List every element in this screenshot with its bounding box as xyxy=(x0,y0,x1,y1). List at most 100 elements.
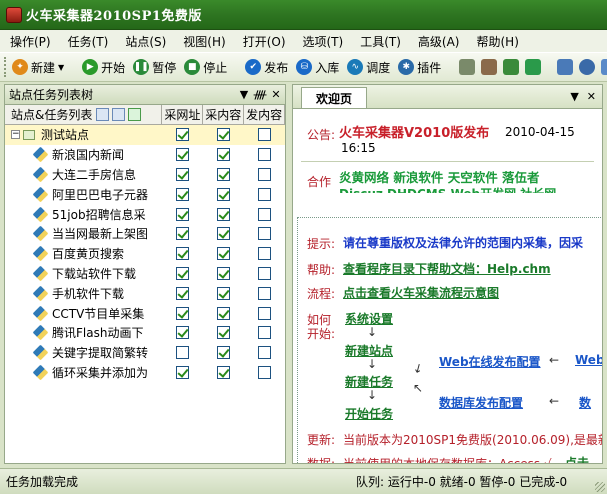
tree-task-row[interactable]: 新浪国内新闻 xyxy=(5,145,285,165)
collect-content-checkbox[interactable] xyxy=(217,227,231,241)
db-publish-config-link[interactable]: 数据库发布配置 xyxy=(439,394,523,411)
collect-url-checkbox[interactable] xyxy=(176,266,190,280)
collect-url-checkbox[interactable] xyxy=(176,187,190,201)
collect-content-checkbox[interactable] xyxy=(217,286,231,300)
tree-task-row[interactable]: 循环采集并添加为 xyxy=(5,363,285,383)
publish-content-checkbox[interactable] xyxy=(258,365,272,379)
announce-title[interactable]: 火车采集器V2010版发布 xyxy=(339,122,489,141)
collect-url-checkbox[interactable] xyxy=(176,167,190,181)
collect-content-checkbox[interactable] xyxy=(217,365,231,379)
db-link-cut[interactable]: 数 xyxy=(579,394,591,411)
network-icon[interactable] xyxy=(503,59,520,75)
edit-icon[interactable] xyxy=(96,108,110,121)
publish-content-checkbox[interactable] xyxy=(258,326,272,340)
collect-url-checkbox[interactable] xyxy=(176,148,190,162)
refresh-icon[interactable] xyxy=(128,108,142,121)
menu-site[interactable]: 站点(S) xyxy=(125,33,166,50)
collect-content-checkbox[interactable] xyxy=(217,326,231,340)
column-collect-url[interactable]: 采网址 xyxy=(162,105,204,124)
publish-content-checkbox[interactable] xyxy=(258,286,272,300)
pause-button[interactable]: ❚❚ 暂停 xyxy=(133,59,176,76)
menu-tools[interactable]: 工具(T) xyxy=(360,33,401,50)
new-button[interactable]: ✦ 新建 ▼ xyxy=(12,59,64,76)
gear-icon[interactable] xyxy=(459,59,476,75)
expand-icon[interactable] xyxy=(525,59,542,75)
column-publish-content[interactable]: 发内容 xyxy=(244,105,286,124)
step-start-task[interactable]: 开始任务 xyxy=(345,405,393,422)
collect-content-checkbox[interactable] xyxy=(217,346,231,360)
toolbar-grip[interactable] xyxy=(4,57,6,77)
tools-icon[interactable] xyxy=(481,59,498,75)
start-button[interactable]: ▶ 开始 xyxy=(82,59,125,76)
flow-link[interactable]: 点击查看火车采集流程示意图 xyxy=(343,284,499,301)
collect-content-checkbox[interactable] xyxy=(217,266,231,280)
collect-content-checkbox[interactable] xyxy=(217,128,231,142)
menu-task[interactable]: 任务(T) xyxy=(68,33,109,50)
tree-task-row[interactable]: 下载站软件下载 xyxy=(5,264,285,284)
import-button[interactable]: ⛁ 入库 xyxy=(296,59,339,76)
schedule-button[interactable]: ∿ 调度 xyxy=(347,59,390,76)
stop-button[interactable]: ■ 停止 xyxy=(184,59,227,76)
tab-dropdown-icon[interactable]: ▼ xyxy=(570,90,578,103)
tab-welcome[interactable]: 欢迎页 xyxy=(301,87,368,108)
collect-content-checkbox[interactable] xyxy=(217,306,231,320)
plugin-button[interactable]: ✱ 插件 xyxy=(398,59,441,76)
collect-url-checkbox[interactable] xyxy=(176,326,190,340)
close-icon[interactable]: ✕ xyxy=(269,88,283,101)
web-link-cut[interactable]: Web xyxy=(575,353,602,367)
add-icon[interactable] xyxy=(112,108,126,121)
window-icon[interactable] xyxy=(601,59,607,75)
menu-operate[interactable]: 操作(P) xyxy=(10,33,51,50)
data-click-link[interactable]: 点击 xyxy=(565,454,589,463)
tree-task-row[interactable]: 51job招聘信息采 xyxy=(5,204,285,224)
publish-content-checkbox[interactable] xyxy=(258,306,272,320)
collect-url-checkbox[interactable] xyxy=(176,306,190,320)
tree-collapse-icon[interactable]: − xyxy=(11,130,20,140)
menu-view[interactable]: 视图(H) xyxy=(183,33,225,50)
tree-task-row[interactable]: 腾讯Flash动画下 xyxy=(5,323,285,343)
collect-url-checkbox[interactable] xyxy=(176,286,190,300)
tab-close-icon[interactable]: ✕ xyxy=(587,90,596,103)
publish-button[interactable]: ✔ 发布 xyxy=(245,59,288,76)
publish-content-checkbox[interactable] xyxy=(258,207,272,221)
menu-help[interactable]: 帮助(H) xyxy=(476,33,518,50)
pin-icon[interactable]: ᚎ xyxy=(253,88,267,101)
collect-content-checkbox[interactable] xyxy=(217,167,231,181)
collect-url-checkbox[interactable] xyxy=(176,227,190,241)
help-link[interactable]: 查看程序目录下帮助文档：Help.chm xyxy=(343,260,551,277)
tree-task-row[interactable]: 百度黄页搜索 xyxy=(5,244,285,264)
tree-task-row[interactable]: CCTV节目单采集 xyxy=(5,303,285,323)
publish-content-checkbox[interactable] xyxy=(258,148,272,162)
collect-url-checkbox[interactable] xyxy=(176,247,190,261)
publish-content-checkbox[interactable] xyxy=(258,167,272,181)
resize-grip[interactable] xyxy=(595,482,605,492)
collect-content-checkbox[interactable] xyxy=(217,187,231,201)
tree-task-row[interactable]: 大连二手房信息 xyxy=(5,165,285,185)
publish-content-checkbox[interactable] xyxy=(258,227,272,241)
collect-url-checkbox[interactable] xyxy=(176,365,190,379)
collect-content-checkbox[interactable] xyxy=(217,247,231,261)
collect-url-checkbox[interactable] xyxy=(176,128,190,142)
web-publish-config-link[interactable]: Web在线发布配置 xyxy=(439,353,541,370)
keyboard-icon[interactable] xyxy=(557,59,574,75)
clock-icon[interactable] xyxy=(579,59,596,75)
tree-task-row[interactable]: 阿里巴巴电子元器 xyxy=(5,184,285,204)
menu-options[interactable]: 选项(T) xyxy=(303,33,344,50)
tree-site-row[interactable]: − 测试站点 xyxy=(5,125,285,145)
publish-content-checkbox[interactable] xyxy=(258,128,272,142)
tree-task-row[interactable]: 手机软件下载 xyxy=(5,283,285,303)
dropdown-icon[interactable]: ▼ xyxy=(237,88,251,101)
column-site-task[interactable]: 站点&任务列表 xyxy=(5,105,163,124)
collect-url-checkbox[interactable] xyxy=(176,346,190,360)
menu-open[interactable]: 打开(O) xyxy=(243,33,286,50)
publish-content-checkbox[interactable] xyxy=(258,247,272,261)
collect-url-checkbox[interactable] xyxy=(176,207,190,221)
publish-content-checkbox[interactable] xyxy=(258,187,272,201)
collect-content-checkbox[interactable] xyxy=(217,148,231,162)
tree-task-row[interactable]: 当当网最新上架图 xyxy=(5,224,285,244)
publish-content-checkbox[interactable] xyxy=(258,346,272,360)
partner-links[interactable]: 炎黄网络 新浪软件 天空软件 落伍者 xyxy=(339,167,540,186)
menu-advanced[interactable]: 高级(A) xyxy=(418,33,460,50)
partner-links-more[interactable]: Discuz DHDCMS Web开发网 社长网 xyxy=(339,185,556,193)
tree-task-row[interactable]: 关键字提取简繁转 xyxy=(5,343,285,363)
